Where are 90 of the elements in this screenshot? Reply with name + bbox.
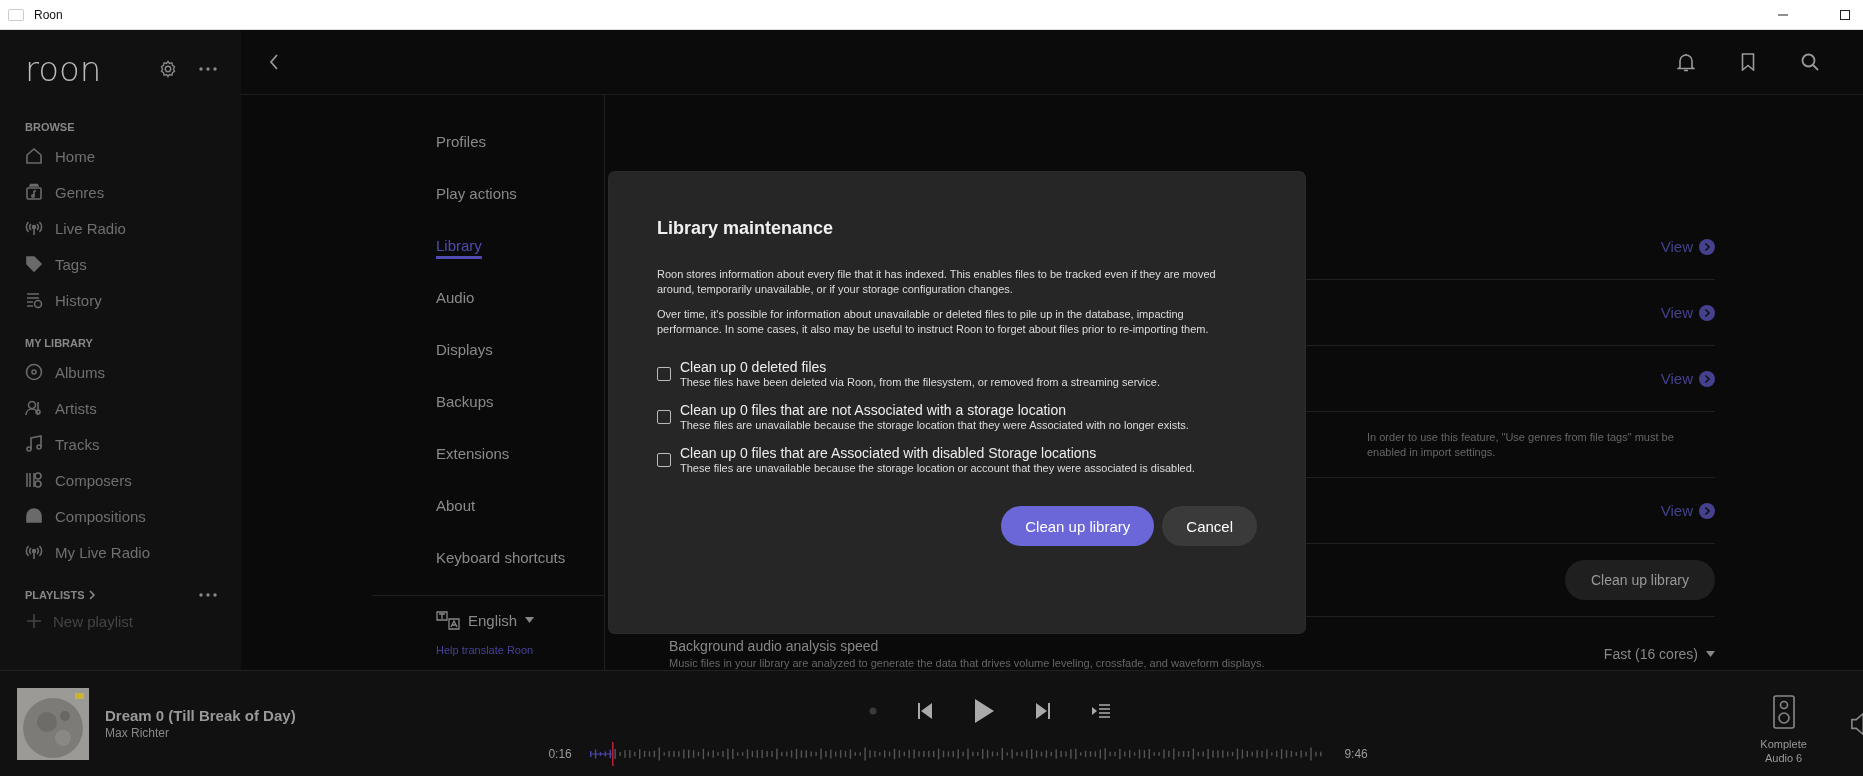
sidebar-item[interactable]: Live Radio [25,210,241,246]
settings-tab[interactable]: Play actions [436,167,604,219]
sidebar-item[interactable]: Compositions [25,498,241,534]
chevron-circle-icon [1699,238,1715,255]
chevron-right-icon [88,590,96,600]
dialog-title: Library maintenance [657,218,835,239]
help-translate-link[interactable]: Help translate Roon [436,644,604,656]
settings-tab[interactable]: Displays [436,323,604,375]
clean-up-button[interactable]: Clean up library [1564,560,1715,600]
next-icon[interactable] [1035,701,1052,720]
chevron-circle-icon [1699,502,1715,519]
option-label: Clean up 0 deleted files [680,359,828,375]
artist-name[interactable]: Max Richter [105,726,489,740]
speaker-icon[interactable] [1772,694,1795,729]
chevron-circle-icon [1699,370,1715,387]
logo: roon [25,52,103,86]
back-icon[interactable] [269,54,279,70]
view-link[interactable]: View [1660,238,1715,255]
maximize-icon[interactable] [1839,8,1851,21]
sidebar-item[interactable]: Artists [25,390,241,426]
elapsed-time: 0:16 [548,746,573,761]
broadcast-icon [25,543,43,561]
tag-icon [25,255,43,273]
caret-icon [1706,651,1715,657]
option-description: These files are unavailable because the storage location or account that they were associated is disabled. [680,462,1195,474]
clean-up-library-button[interactable]: Clean up library [1001,506,1155,546]
settings-tab[interactable]: Library [436,219,604,271]
option-description: These files are unavailable because the storage location that they were Associated with no longer exists. [680,419,1189,431]
cancel-button[interactable]: Cancel [1162,506,1257,546]
sidebar-item[interactable]: Genres [25,174,241,210]
note-text: In order to use this feature, "Use genres from file tags" must be enabled in import settings. [1367,429,1675,460]
option-description: These files have been deleted via Roon, from the filesystem, or removed from a streaming service. [680,376,1160,388]
music-note-icon [25,435,43,453]
queue-icon[interactable] [1091,703,1112,718]
sidebar-item[interactable]: Tags [25,246,241,282]
settings-icon[interactable] [159,60,177,78]
section-heading: BROWSE [25,120,76,135]
view-link[interactable]: View [1660,370,1715,387]
settings-tab[interactable]: Audio [436,271,604,323]
duration-time: 9:46 [1344,746,1369,761]
option-label: Clean up 0 files that are not Associated with a storage location [680,402,1067,418]
view-link[interactable]: View [1660,502,1715,519]
plus-icon [27,614,41,628]
person-icon [25,399,43,417]
speed-dropdown[interactable]: Fast (16 cores) [1603,638,1715,662]
checkbox[interactable] [657,366,671,381]
previous-icon[interactable] [917,701,934,720]
list-clock-icon [25,291,43,309]
sidebar-item[interactable]: History [25,282,241,318]
dome-icon [25,507,43,525]
settings-tab[interactable]: Backups [436,375,604,427]
dot-icon[interactable] [869,706,878,715]
bookmark-icon[interactable] [1741,53,1755,71]
dialog-paragraph: Over time, it's possible for information about unavailable or deleted files to pile up in the database, impacting performance. In some cases, it also may be useful to instruct Roon to forget about files prior to re-importing them. [657,307,1210,337]
language-selector[interactable]: English [436,610,604,630]
search-icon[interactable] [1801,53,1819,71]
sidebar-item[interactable]: Home [25,138,241,174]
settings-tab[interactable]: Keyboard shortcuts [436,531,604,583]
output-device-name[interactable]: Komplete Audio 6 [1753,736,1814,765]
checkbox[interactable] [657,452,671,467]
more-icon[interactable] [199,593,217,597]
bars-icon [25,471,43,489]
chevron-circle-icon [1699,304,1715,321]
translate-icon [436,610,460,630]
window-title: Roon [34,7,63,22]
playlists-link[interactable]: PLAYLISTS [25,584,85,606]
caret-icon [525,617,535,623]
bell-icon[interactable] [1677,52,1695,72]
dialog-paragraph: Roon stores information about every file that it has indexed. This enables files to be tracked even if they are moved around, temporarily unavailable, or if your storage configuration changes. [657,267,1217,297]
more-icon[interactable] [199,67,217,71]
home-icon [25,147,43,165]
music-box-icon [25,183,43,201]
sidebar-item[interactable]: Composers [25,462,241,498]
track-title[interactable]: Dream 0 (Till Break of Day) [105,707,489,724]
play-icon[interactable] [973,697,996,724]
settings-tab[interactable]: Profiles [436,115,604,167]
option-label: Clean up 0 files that are Associated with disabled Storage locations [680,445,1098,461]
broadcast-icon [25,219,43,237]
setting-title: Background audio analysis speed [669,638,880,654]
disc-icon [25,363,43,381]
section-heading: MY LIBRARY [25,336,94,351]
sidebar-item[interactable]: Tracks [25,426,241,462]
settings-tab[interactable]: Extensions [436,427,604,479]
view-link[interactable]: View [1660,304,1715,321]
setting-description: Music files in your library are analyzed to generate the data that drives volume leveling, crossfade, and waveform displays. [669,657,1265,669]
settings-tab[interactable]: About [436,479,604,531]
checkbox[interactable] [657,409,671,424]
sidebar-item[interactable]: My Live Radio [25,534,241,570]
sidebar-item[interactable]: Albums [25,354,241,390]
app-icon [8,8,24,21]
